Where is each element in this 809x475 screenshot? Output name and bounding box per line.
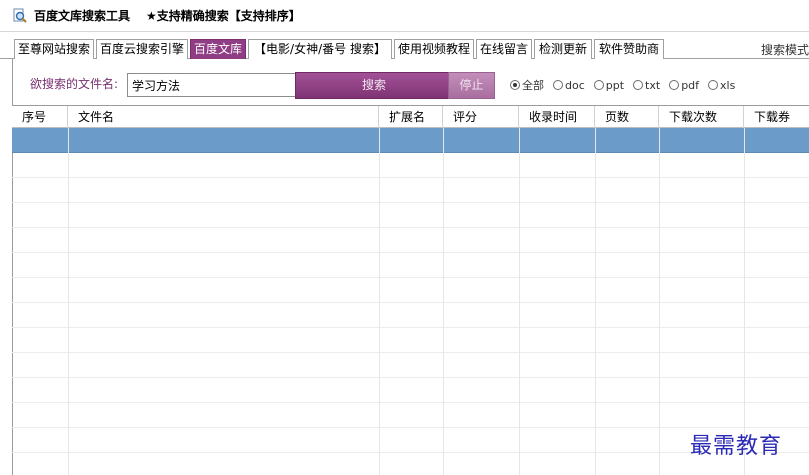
filter-txt-label: txt	[645, 78, 661, 92]
results-table: 序号 文件名 扩展名 评分 收录时间 页数 下载次数 下载券	[12, 105, 809, 475]
filter-all-label: 全部	[522, 79, 544, 92]
column-divider	[68, 128, 69, 475]
filter-pdf-label: pdf	[681, 78, 700, 92]
filter-pdf-radio[interactable]: pdf	[669, 79, 699, 92]
column-header-pages[interactable]: 页数	[595, 106, 659, 128]
tab-baidu-cloud-search[interactable]: 百度云搜索引擎	[96, 39, 188, 59]
filter-xls-label: xls	[720, 78, 736, 92]
filter-ppt-radio[interactable]: ppt	[593, 78, 625, 92]
stop-button[interactable]: 停止	[448, 72, 495, 99]
table-row[interactable]	[12, 228, 809, 253]
table-body	[12, 128, 809, 475]
table-row[interactable]	[12, 253, 809, 278]
column-divider	[659, 128, 660, 475]
column-header-rating[interactable]: 评分	[443, 106, 519, 128]
search-row: 欲搜索的文件名: 学习方法 搜索 停止 全部 doc ppt txt pdf x…	[13, 59, 809, 104]
search-input[interactable]: 学习方法	[127, 73, 302, 97]
table-row[interactable]	[12, 403, 809, 428]
tab-strip: 至尊网站搜索 百度云搜索引擎 百度文库 【电影/女神/番号 搜索】 使用视频教程…	[0, 37, 809, 59]
table-row[interactable]	[12, 178, 809, 203]
table-row[interactable]	[12, 203, 809, 228]
radio-icon	[669, 80, 680, 90]
column-divider	[379, 128, 380, 475]
search-label: 欲搜索的文件名:	[30, 77, 119, 91]
table-row[interactable]	[12, 328, 809, 353]
tab-sponsor[interactable]: 软件赞助商	[594, 39, 664, 59]
column-divider	[519, 128, 520, 475]
radio-icon	[633, 80, 644, 90]
table-row[interactable]	[12, 278, 809, 303]
window-subtitle: ★支持精确搜索【支持排序】	[146, 9, 301, 23]
column-header-downloads[interactable]: 下载次数	[659, 106, 744, 128]
tab-movie-search[interactable]: 【电影/女神/番号 搜索】	[248, 39, 392, 59]
table-row[interactable]	[12, 303, 809, 328]
search-button[interactable]: 搜索	[295, 72, 453, 99]
column-header-index[interactable]: 序号	[12, 106, 68, 128]
radio-selected-icon	[510, 80, 520, 90]
column-divider	[744, 128, 745, 475]
filter-xls-radio[interactable]: xls	[708, 79, 735, 92]
column-header-filename[interactable]: 文件名	[68, 106, 379, 128]
table-row[interactable]	[12, 378, 809, 403]
filter-doc-label: doc	[565, 78, 585, 92]
table-row[interactable]	[12, 353, 809, 378]
window-title: 百度文库搜索工具	[34, 9, 131, 23]
filter-doc-radio[interactable]: doc	[553, 79, 585, 92]
tab-video-tutorial[interactable]: 使用视频教程	[394, 39, 474, 59]
filter-all-radio[interactable]: 全部	[510, 77, 544, 93]
search-magnifier-icon	[12, 8, 28, 24]
filter-txt-radio[interactable]: txt	[633, 79, 660, 92]
table-row-selected[interactable]	[12, 128, 809, 153]
column-header-download-coupons[interactable]: 下载券	[744, 106, 809, 128]
title-bar: 百度文库搜索工具 ★支持精确搜索【支持排序】	[0, 0, 809, 32]
column-header-indexed-time[interactable]: 收录时间	[519, 106, 595, 128]
filter-ppt-label: ppt	[605, 78, 625, 92]
tab-online-message[interactable]: 在线留言	[476, 39, 532, 59]
radio-icon	[553, 80, 563, 90]
tab-check-update[interactable]: 检测更新	[534, 39, 592, 59]
search-mode-label[interactable]: 搜索模式	[761, 41, 809, 58]
column-divider	[595, 128, 596, 475]
table-row[interactable]	[12, 153, 809, 178]
radio-icon	[593, 80, 604, 90]
watermark-text: 最需教育	[690, 434, 783, 459]
file-type-filter: 全部 doc ppt txt pdf xls	[510, 76, 744, 94]
radio-icon	[708, 80, 719, 90]
column-divider	[443, 128, 444, 475]
tab-baidu-wenku[interactable]: 百度文库	[190, 39, 246, 59]
table-header: 序号 文件名 扩展名 评分 收录时间 页数 下载次数 下载券	[12, 106, 809, 128]
tab-site-search[interactable]: 至尊网站搜索	[14, 39, 94, 59]
column-header-extension[interactable]: 扩展名	[379, 106, 443, 128]
